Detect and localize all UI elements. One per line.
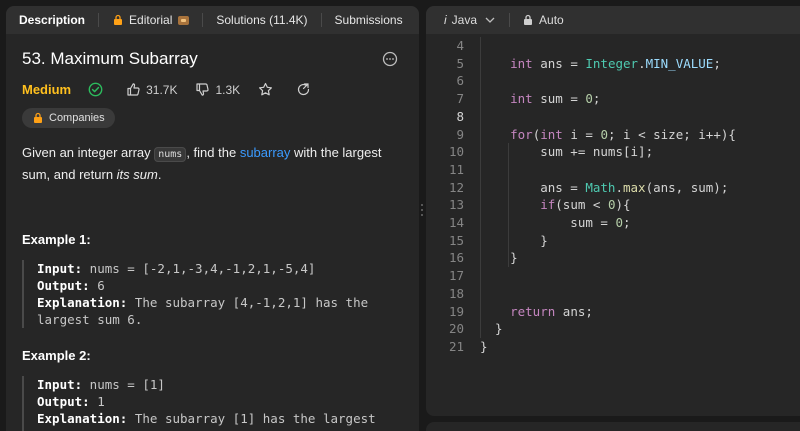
explanation-label: Explanation: — [37, 411, 128, 426]
editor-toolbar: i Java Auto — [426, 6, 800, 34]
input-label: Input: — [37, 261, 83, 276]
info-icon: i — [444, 13, 447, 27]
likes-count: 31.7K — [146, 82, 178, 97]
line-number: 4 — [456, 38, 464, 53]
grip-dot — [421, 214, 423, 216]
share-icon — [298, 83, 310, 96]
thumbs-up-icon — [127, 83, 140, 96]
like-button[interactable]: 31.7K — [126, 82, 177, 97]
tab-editorial[interactable]: Editorial — [99, 6, 202, 34]
output-value: 6 — [89, 278, 105, 293]
line-number: 13 — [448, 197, 464, 213]
share-button[interactable] — [296, 82, 316, 97]
output-value: 1 — [89, 394, 105, 409]
line-number: 8 — [456, 108, 464, 124]
line-number: 11 — [448, 161, 464, 177]
video-badge-icon — [178, 15, 190, 25]
code-text: sum = 0; — [480, 215, 631, 230]
auto-label: Auto — [539, 13, 564, 27]
line-number: 21 — [448, 338, 464, 354]
line-number: 7 — [456, 91, 464, 107]
auto-mode[interactable]: Auto — [510, 13, 576, 27]
check-circle-icon — [88, 82, 103, 97]
tab-solutions[interactable]: Solutions (11.4K) — [203, 6, 320, 34]
grip-dot — [421, 209, 423, 211]
example-1-title: Example 1: — [22, 232, 91, 247]
grip-dot — [421, 204, 423, 206]
line-number: 14 — [448, 215, 464, 230]
dislike-button[interactable]: 1.3K — [195, 82, 240, 97]
lock-icon — [34, 112, 42, 123]
chevron-down-icon — [485, 17, 495, 23]
console-panel — [426, 422, 800, 431]
desc-text: Given an integer array — [22, 145, 155, 160]
favorite-button[interactable] — [258, 82, 278, 97]
subarray-link[interactable]: subarray — [240, 145, 291, 160]
line-number: 15 — [448, 232, 464, 248]
line-number: 9 — [456, 126, 464, 142]
code-editor-panel: i Java Auto 4 5 int ans = Integer.MIN_VAL… — [426, 6, 800, 416]
line-number: 5 — [456, 55, 464, 71]
output-label: Output: — [37, 278, 90, 293]
problem-description: Given an integer array nums, find the su… — [22, 143, 403, 185]
desc-text: , find the — [186, 145, 240, 160]
language-label: Java — [451, 13, 478, 27]
line-number: 10 — [448, 144, 464, 160]
tab-editorial-label: Editorial — [129, 13, 173, 27]
difficulty-badge: Medium — [22, 82, 72, 97]
companies-label: Companies — [49, 112, 105, 124]
line-number: 20 — [448, 321, 464, 337]
line-number: 19 — [448, 303, 464, 319]
code-text: ans = Math.max(ans, sum); — [480, 179, 729, 195]
inline-code: nums — [154, 147, 187, 162]
code-text: return ans; — [510, 303, 593, 319]
input-value: nums = [1] — [82, 377, 165, 392]
thumbs-down-icon — [196, 83, 210, 96]
example-2-title: Example 2: — [22, 348, 91, 363]
desc-emphasis: its sum — [116, 167, 158, 182]
line-number: 12 — [448, 179, 464, 195]
problem-content: 53. Maximum Subarray Medium 31.7K 1.3K C… — [6, 49, 419, 431]
star-icon — [259, 82, 273, 96]
panel-resize-handle[interactable] — [419, 200, 425, 220]
code-text: sum += nums[i]; — [480, 144, 654, 160]
lock-icon — [114, 14, 123, 25]
code-text: for(int i = 0; i < size; i++){ — [510, 126, 736, 142]
code-text: } — [480, 321, 503, 337]
companies-tag[interactable]: Companies — [22, 108, 115, 128]
tab-submissions[interactable]: Submissions — [322, 6, 416, 34]
tab-submissions-label: Submissions — [334, 13, 403, 27]
example-1: Input: nums = [-2,1,-3,4,-1,2,1,-5,4] Ou… — [22, 260, 403, 328]
code-text: } — [480, 232, 548, 248]
line-number: 6 — [456, 73, 464, 89]
problem-title[interactable]: 53. Maximum Subarray — [22, 49, 198, 69]
tab-description-label: Description — [19, 13, 86, 27]
code-text: } — [480, 250, 518, 266]
language-select[interactable]: i Java — [426, 13, 509, 27]
tab-description[interactable]: Description — [6, 6, 98, 34]
output-label: Output: — [37, 394, 90, 409]
input-value: nums = [-2,1,-3,4,-1,2,1,-5,4] — [82, 261, 316, 276]
more-options-icon[interactable] — [382, 51, 398, 67]
problem-panel: Description Editorial Solutions (11.4K) … — [6, 6, 419, 431]
code-text: int ans = Integer.MIN_VALUE; — [510, 55, 721, 71]
desc-text: . — [157, 167, 162, 182]
code-text: if(sum < 0){ — [540, 197, 631, 213]
code-text: } — [480, 338, 488, 354]
tab-solutions-label: Solutions (11.4K) — [216, 13, 308, 27]
line-number: 18 — [448, 285, 464, 301]
dislikes-count: 1.3K — [215, 82, 241, 97]
line-number: 17 — [448, 268, 464, 284]
solved-status — [88, 82, 108, 97]
line-number: 16 — [448, 250, 464, 266]
code-text: int sum = 0; — [510, 91, 601, 107]
example-2: Input: nums = [1] Output: 1 Explanation:… — [22, 376, 403, 431]
title-row: 53. Maximum Subarray — [22, 49, 403, 69]
explanation-label: Explanation: — [37, 295, 128, 310]
problem-meta: Medium 31.7K 1.3K — [22, 82, 403, 97]
problem-tabbar: Description Editorial Solutions (11.4K) … — [6, 6, 419, 34]
input-label: Input: — [37, 377, 83, 392]
lock-icon — [524, 14, 533, 25]
